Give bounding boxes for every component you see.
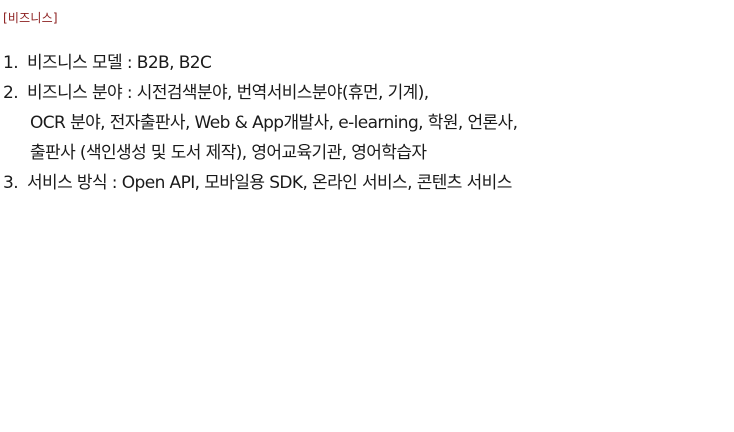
item-number: 1. (3, 53, 19, 73)
item-text: 비즈니스 분야 : 시전검색분야, 번역서비스분야(휴먼, 기계), (27, 83, 429, 103)
list-item-service-method: 3. 서비스 방식 : Open API, 모바일용 SDK, 온라인 서비스, … (3, 168, 731, 198)
list-item-business-fields: 2. 비즈니스 분야 : 시전검색분야, 번역서비스분야(휴먼, 기계), (3, 78, 731, 108)
item-text: 비즈니스 모델 : B2B, B2C (27, 53, 212, 73)
item-number: 2. (3, 83, 19, 103)
item-text: 서비스 방식 : Open API, 모바일용 SDK, 온라인 서비스, 콘텐… (27, 173, 512, 193)
business-list: 1. 비즈니스 모델 : B2B, B2C 2. 비즈니스 분야 : 시전검색분야,… (3, 48, 731, 198)
list-item-continuation-line: OCR 분야, 전자출판사, Web & App개발사, e-learning,… (30, 113, 518, 133)
list-item-business-model: 1. 비즈니스 모델 : B2B, B2C (3, 48, 731, 78)
section-heading: [비즈니스] (3, 11, 58, 25)
item-number: 3. (3, 173, 19, 193)
list-item-continuation-line: 출판사 (색인생성 및 도서 제작), 영어교육기관, 영어학습자 (30, 143, 427, 163)
